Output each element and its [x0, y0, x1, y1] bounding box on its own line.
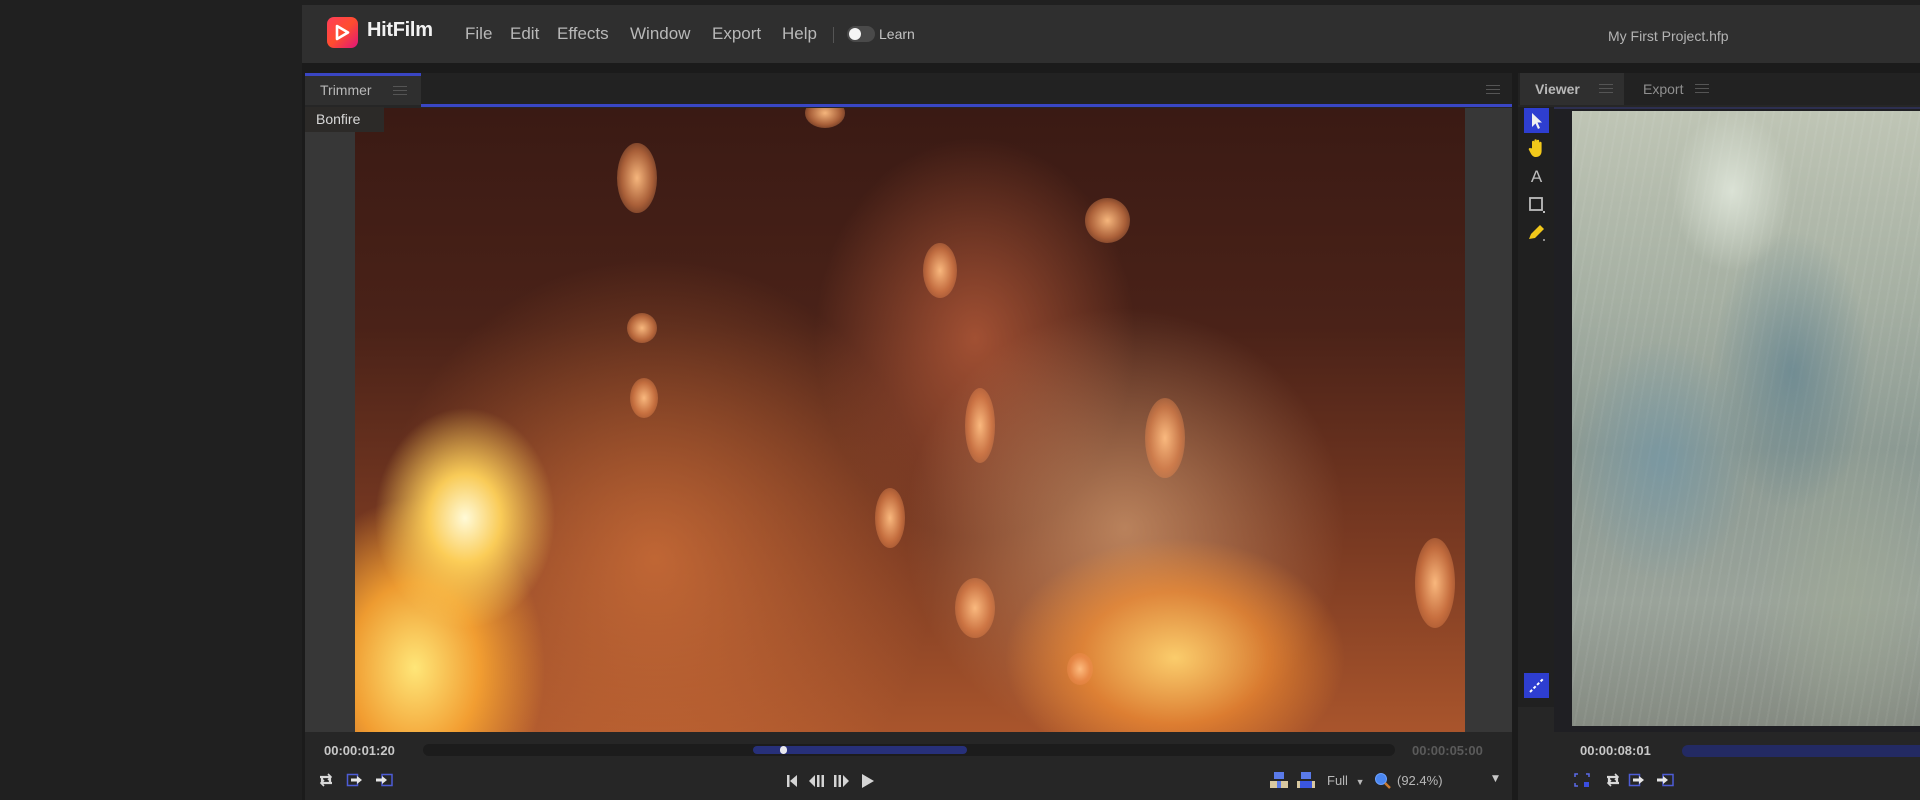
viewer-video-frame[interactable] — [1572, 111, 1920, 726]
bokeh — [617, 143, 657, 213]
trimmer-current-time: 00:00:01:20 — [324, 743, 395, 758]
set-in-icon[interactable] — [346, 772, 364, 788]
quality-value: Full — [1327, 773, 1348, 788]
set-out-icon[interactable] — [1656, 772, 1674, 788]
menu-file[interactable]: File — [465, 24, 492, 44]
tab-trimmer-label: Trimmer — [320, 82, 372, 98]
bokeh — [1085, 198, 1130, 243]
trimmer-panel: Trimmer Bonfire 00:00:01:20 00:00:05:00 … — [305, 73, 1512, 800]
tab-export[interactable]: Export — [1624, 73, 1724, 105]
tab-trimmer[interactable]: Trimmer — [305, 76, 421, 105]
mask-tool-icon[interactable] — [1524, 192, 1549, 217]
chevron-down-icon: ▼ — [1355, 777, 1365, 787]
hitfilm-window: HitFilm File Edit Effects Window Export … — [302, 5, 1920, 800]
title-bar: HitFilm File Edit Effects Window Export … — [302, 5, 1920, 63]
viewer-panel: Viewer Export A 00:00:08:01 — [1518, 73, 1920, 800]
viewer-scrubber[interactable] — [1682, 745, 1920, 757]
loop-icon[interactable] — [1604, 772, 1622, 788]
hand-tool-icon[interactable] — [1524, 136, 1549, 161]
trimmer-tab-bar — [305, 73, 1512, 105]
selection-tool-icon[interactable] — [1524, 108, 1549, 133]
insert-clip-icon[interactable] — [1269, 771, 1289, 789]
toggle-knob — [849, 28, 861, 40]
viewer-canvas — [1554, 107, 1920, 732]
bokeh — [1067, 653, 1093, 685]
learn-label: Learn — [879, 26, 915, 42]
panel-menu-icon[interactable] — [1695, 84, 1709, 94]
bokeh — [627, 313, 657, 343]
bokeh — [965, 388, 995, 463]
clip-name-label: Bonfire — [305, 107, 384, 132]
playhead[interactable] — [779, 746, 787, 754]
zoom-level: (92.4%) — [1397, 773, 1443, 788]
trimmer-preview-area — [305, 108, 1512, 732]
hitfilm-logo-icon — [327, 17, 358, 48]
step-back-icon[interactable] — [808, 772, 828, 790]
quality-dropdown[interactable]: Full ▼ — [1327, 773, 1365, 788]
bokeh — [923, 243, 957, 298]
bokeh — [875, 488, 905, 548]
viewer-current-time: 00:00:08:01 — [1580, 743, 1651, 758]
tab-viewer-label: Viewer — [1535, 81, 1580, 97]
bokeh — [1145, 398, 1185, 478]
bokeh — [1415, 538, 1455, 628]
bokeh — [955, 578, 995, 638]
viewer-controls: 00:00:08:01 — [1518, 732, 1920, 800]
step-forward-icon[interactable] — [832, 772, 852, 790]
menu-help[interactable]: Help — [782, 24, 817, 44]
go-to-start-icon[interactable] — [783, 772, 803, 790]
bokeh — [805, 108, 845, 128]
panel-options-icon[interactable] — [1486, 85, 1500, 95]
panel-focus-line — [421, 104, 1512, 107]
zoom-magnifier-icon[interactable] — [1374, 772, 1392, 790]
project-title: My First Project.hfp — [1608, 28, 1729, 44]
viewer-tool-strip: A — [1518, 107, 1554, 707]
fullscreen-icon[interactable] — [1573, 772, 1591, 788]
tab-viewer[interactable]: Viewer — [1520, 73, 1624, 105]
set-in-icon[interactable] — [1628, 772, 1646, 788]
text-tool-icon[interactable]: A — [1524, 164, 1549, 189]
trimmer-duration: 00:00:05:00 — [1412, 743, 1483, 758]
set-out-icon[interactable] — [375, 772, 393, 788]
bokeh — [630, 378, 658, 418]
motion-path-icon[interactable] — [1524, 673, 1549, 698]
menu-effects[interactable]: Effects — [557, 24, 609, 44]
app-name: HitFilm — [367, 19, 433, 41]
overlay-clip-icon[interactable] — [1296, 771, 1316, 789]
tab-export-label: Export — [1643, 81, 1684, 97]
play-icon[interactable] — [858, 772, 878, 790]
menu-window[interactable]: Window — [630, 24, 690, 44]
menu-edit[interactable]: Edit — [510, 24, 539, 44]
trimmer-controls: 00:00:01:20 00:00:05:00 Full ▼ (92.4%) ▼ — [305, 732, 1512, 800]
loop-icon[interactable] — [317, 772, 335, 788]
panel-menu-icon[interactable] — [1599, 84, 1613, 94]
learn-toggle[interactable] — [847, 26, 875, 42]
menu-export[interactable]: Export — [712, 24, 761, 44]
menu-separator — [833, 27, 834, 43]
panel-menu-icon[interactable] — [393, 86, 407, 96]
zoom-dropdown-chevron-icon[interactable]: ▼ — [1492, 774, 1499, 784]
pen-tool-icon[interactable] — [1524, 220, 1549, 245]
bonfire-video-frame[interactable] — [355, 108, 1465, 732]
trimmer-scrubber[interactable] — [423, 744, 1395, 756]
